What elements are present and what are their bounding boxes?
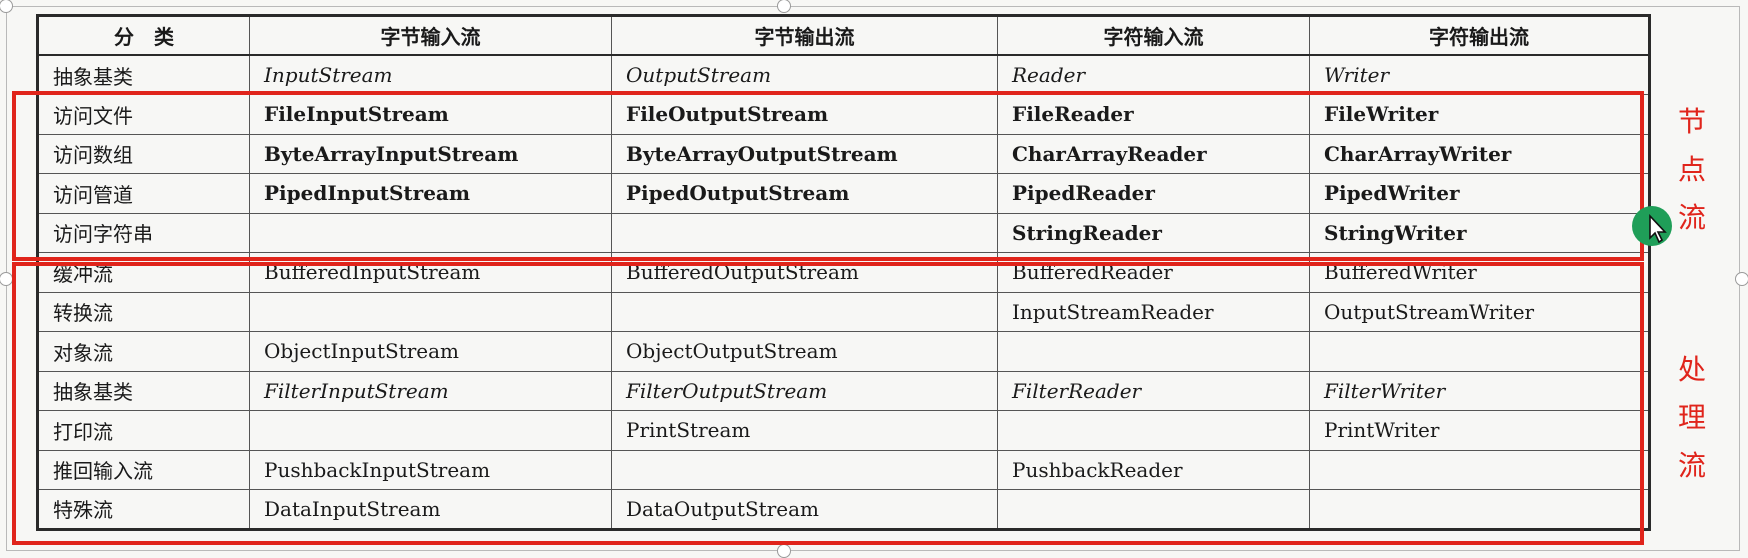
header-byte-input: 字节输入流	[249, 15, 612, 56]
table-row: 抽象基类 InputStream OutputStream Reader Writer	[37, 54, 1650, 95]
header-category: 分 类	[37, 15, 250, 56]
table-cell: InputStream	[249, 54, 612, 95]
node-stream-label: 节 点 流	[1677, 105, 1706, 234]
header-char-input: 字符输入流	[997, 15, 1310, 56]
table-cell: Writer	[1309, 54, 1650, 95]
resize-handle-right-middle[interactable]	[1735, 272, 1748, 286]
processing-stream-highlight	[12, 262, 1644, 545]
table-cell: Reader	[997, 54, 1310, 95]
header-byte-output: 字节输出流	[611, 15, 998, 56]
node-stream-highlight	[12, 91, 1644, 261]
table-cell: OutputStream	[611, 54, 998, 95]
move-cursor-icon	[1649, 214, 1667, 244]
table-header-row: 分 类 字节输入流 字节输出流 字符输入流 字符输出流	[37, 15, 1650, 56]
resize-handle-bottom-center[interactable]	[777, 544, 791, 558]
row-category: 抽象基类	[37, 54, 250, 95]
processing-stream-label: 处 理 流	[1677, 353, 1706, 482]
header-char-output: 字符输出流	[1309, 15, 1650, 56]
